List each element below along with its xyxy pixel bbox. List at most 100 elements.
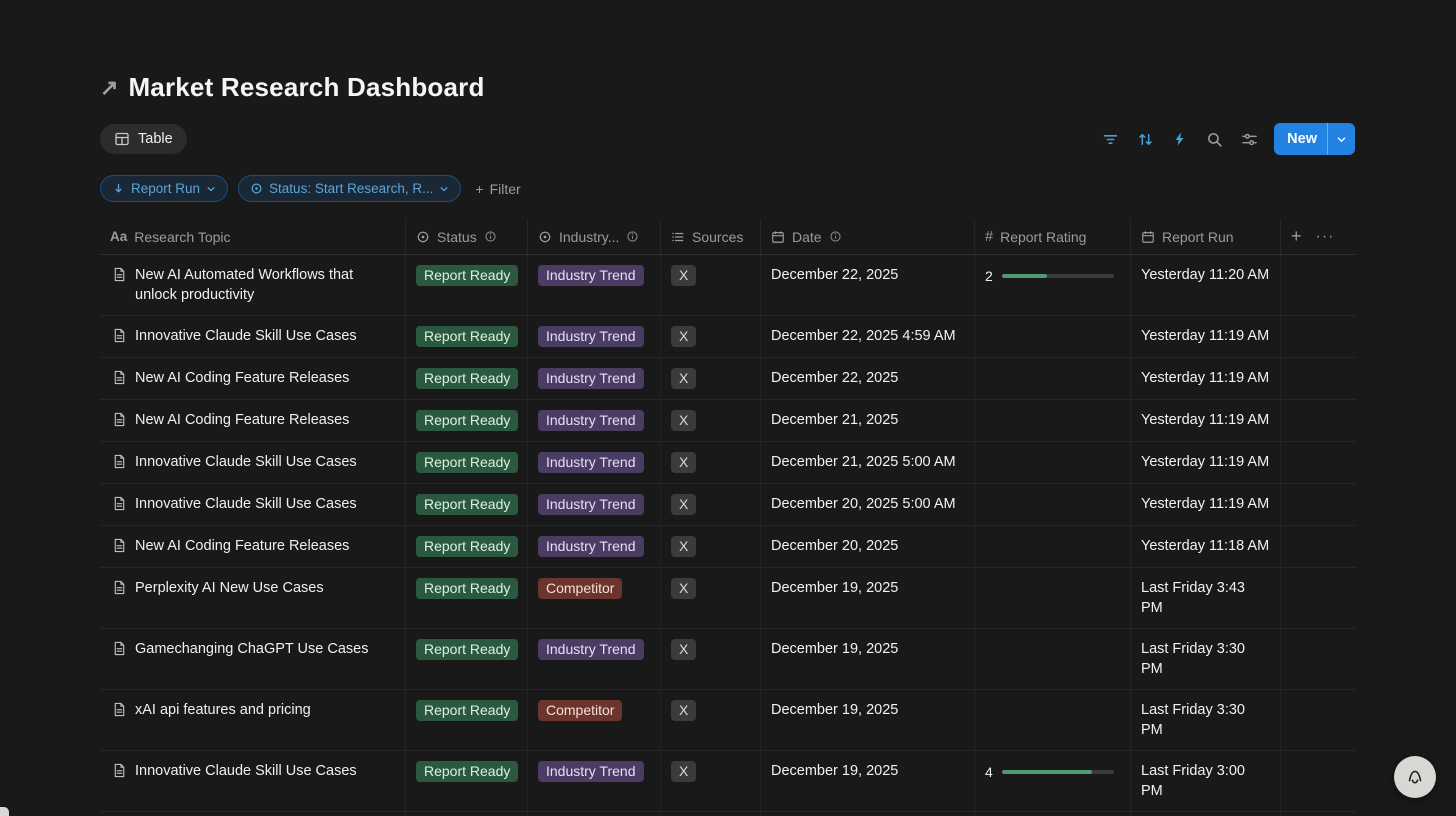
sources-cell[interactable]: X	[661, 255, 761, 315]
date-cell[interactable]: December 22, 2025 4:59 AM	[761, 316, 975, 357]
view-settings-sliders-icon[interactable]	[1241, 131, 1258, 148]
rating-cell[interactable]	[975, 526, 1131, 567]
column-header-report-run[interactable]: Report Run	[1131, 219, 1281, 254]
table-row[interactable]: Innovative Claude Skill Use Cases Report…	[100, 484, 1356, 526]
status-filter-pill[interactable]: Status: Start Research, R...	[238, 175, 462, 202]
topic-cell[interactable]: New AI Coding Feature Releases	[100, 400, 406, 441]
column-header-date[interactable]: Date	[761, 219, 975, 254]
topic-cell[interactable]: New AI Coding Feature Releases	[100, 358, 406, 399]
topic-title[interactable]: Innovative Claude Skill Use Cases	[135, 326, 357, 346]
industry-cell[interactable]: Industry Trend	[528, 442, 661, 483]
rating-cell[interactable]	[975, 358, 1131, 399]
topic-cell[interactable]: xAI api features and pricing	[100, 690, 406, 750]
report-run-cell[interactable]: Yesterday 11:19 AM	[1131, 400, 1281, 441]
report-run-cell[interactable]: Yesterday 11:18 AM	[1131, 526, 1281, 567]
industry-cell[interactable]: Industry Trend	[528, 751, 661, 811]
status-cell[interactable]: Report Ready	[406, 358, 528, 399]
report-run-cell[interactable]: Last Friday 2:43 PM	[1131, 812, 1281, 816]
date-cell[interactable]: December 22, 2025	[761, 358, 975, 399]
date-cell[interactable]: December 21, 2025	[761, 400, 975, 441]
rating-cell[interactable]	[975, 400, 1131, 441]
rating-cell[interactable]	[975, 629, 1131, 689]
topic-cell[interactable]: Perplexity AI New Use Cases	[100, 568, 406, 628]
table-row[interactable]: New AI Automated Workflows that unlock p…	[100, 255, 1356, 316]
date-cell[interactable]: December 19, 2025	[761, 812, 975, 816]
table-row[interactable]: New AI Coding Feature Releases Report Re…	[100, 812, 1356, 816]
column-header-research-topic[interactable]: Aa Research Topic	[100, 219, 406, 254]
industry-cell[interactable]: Competitor	[528, 690, 661, 750]
sources-cell[interactable]: X	[661, 484, 761, 525]
table-row[interactable]: Innovative Claude Skill Use Cases Report…	[100, 751, 1356, 812]
industry-cell[interactable]: Industry Trend	[528, 526, 661, 567]
sources-cell[interactable]: X	[661, 690, 761, 750]
industry-cell[interactable]: Industry Trend	[528, 400, 661, 441]
tab-table[interactable]: Table	[100, 124, 187, 154]
sources-cell[interactable]: X	[661, 400, 761, 441]
sources-cell[interactable]: X	[661, 812, 761, 816]
topic-title[interactable]: New AI Automated Workflows that unlock p…	[135, 265, 395, 305]
topic-cell[interactable]: Innovative Claude Skill Use Cases	[100, 442, 406, 483]
filter-icon[interactable]	[1102, 131, 1119, 148]
date-cell[interactable]: December 19, 2025	[761, 568, 975, 628]
rating-cell[interactable]	[975, 484, 1131, 525]
sources-cell[interactable]: X	[661, 358, 761, 399]
report-run-cell[interactable]: Last Friday 3:30 PM	[1131, 629, 1281, 689]
topic-title[interactable]: Innovative Claude Skill Use Cases	[135, 761, 357, 781]
column-header-sources[interactable]: Sources	[661, 219, 761, 254]
sources-cell[interactable]: X	[661, 629, 761, 689]
table-more-options-button[interactable]: ···	[1316, 228, 1335, 246]
rating-cell[interactable]: 2	[975, 255, 1131, 315]
sources-cell[interactable]: X	[661, 526, 761, 567]
report-run-cell[interactable]: Yesterday 11:20 AM	[1131, 255, 1281, 315]
new-button-label[interactable]: New	[1274, 131, 1327, 147]
topic-cell[interactable]: New AI Automated Workflows that unlock p…	[100, 255, 406, 315]
industry-cell[interactable]: Industry Trend	[528, 316, 661, 357]
table-row[interactable]: New AI Coding Feature Releases Report Re…	[100, 526, 1356, 568]
new-button[interactable]: New	[1274, 123, 1355, 155]
topic-cell[interactable]: New AI Coding Feature Releases	[100, 812, 406, 816]
status-cell[interactable]: Report Ready	[406, 568, 528, 628]
date-cell[interactable]: December 21, 2025 5:00 AM	[761, 442, 975, 483]
table-row[interactable]: Innovative Claude Skill Use Cases Report…	[100, 316, 1356, 358]
topic-title[interactable]: New AI Coding Feature Releases	[135, 410, 349, 430]
status-cell[interactable]: Report Ready	[406, 400, 528, 441]
topic-title[interactable]: New AI Coding Feature Releases	[135, 368, 349, 388]
table-row[interactable]: New AI Coding Feature Releases Report Re…	[100, 400, 1356, 442]
topic-cell[interactable]: Gamechanging ChaGPT Use Cases	[100, 629, 406, 689]
status-cell[interactable]: Report Ready	[406, 442, 528, 483]
date-cell[interactable]: December 22, 2025	[761, 255, 975, 315]
date-cell[interactable]: December 19, 2025	[761, 690, 975, 750]
status-cell[interactable]: Report Ready	[406, 316, 528, 357]
sources-cell[interactable]: X	[661, 316, 761, 357]
status-cell[interactable]: Report Ready	[406, 629, 528, 689]
topic-title[interactable]: Innovative Claude Skill Use Cases	[135, 494, 357, 514]
new-button-chevron-icon[interactable]	[1328, 134, 1355, 145]
report-run-cell[interactable]: Yesterday 11:19 AM	[1131, 316, 1281, 357]
sources-cell[interactable]: X	[661, 751, 761, 811]
add-column-button[interactable]: +	[1291, 226, 1302, 247]
industry-cell[interactable]: Industry Trend	[528, 255, 661, 315]
rating-cell[interactable]	[975, 316, 1131, 357]
report-run-cell[interactable]: Last Friday 3:00 PM	[1131, 751, 1281, 811]
table-row[interactable]: Gamechanging ChaGPT Use Cases Report Rea…	[100, 629, 1356, 690]
status-cell[interactable]: Report Ready	[406, 526, 528, 567]
sources-cell[interactable]: X	[661, 442, 761, 483]
rating-cell[interactable]: 3	[975, 812, 1131, 816]
report-run-cell[interactable]: Yesterday 11:19 AM	[1131, 358, 1281, 399]
report-run-cell[interactable]: Yesterday 11:19 AM	[1131, 484, 1281, 525]
date-cell[interactable]: December 20, 2025 5:00 AM	[761, 484, 975, 525]
topic-title[interactable]: xAI api features and pricing	[135, 700, 311, 720]
automation-bolt-icon[interactable]	[1172, 131, 1188, 147]
status-cell[interactable]: Report Ready	[406, 812, 528, 816]
rating-cell[interactable]	[975, 568, 1131, 628]
rating-cell[interactable]	[975, 690, 1131, 750]
topic-title[interactable]: New AI Coding Feature Releases	[135, 536, 349, 556]
rating-cell[interactable]	[975, 442, 1131, 483]
status-cell[interactable]: Report Ready	[406, 751, 528, 811]
industry-cell[interactable]: Competitor	[528, 568, 661, 628]
rating-cell[interactable]: 4	[975, 751, 1131, 811]
industry-cell[interactable]: Industry Trend	[528, 629, 661, 689]
ai-assistant-button[interactable]	[1394, 756, 1436, 798]
topic-title[interactable]: Gamechanging ChaGPT Use Cases	[135, 639, 368, 659]
date-cell[interactable]: December 20, 2025	[761, 526, 975, 567]
